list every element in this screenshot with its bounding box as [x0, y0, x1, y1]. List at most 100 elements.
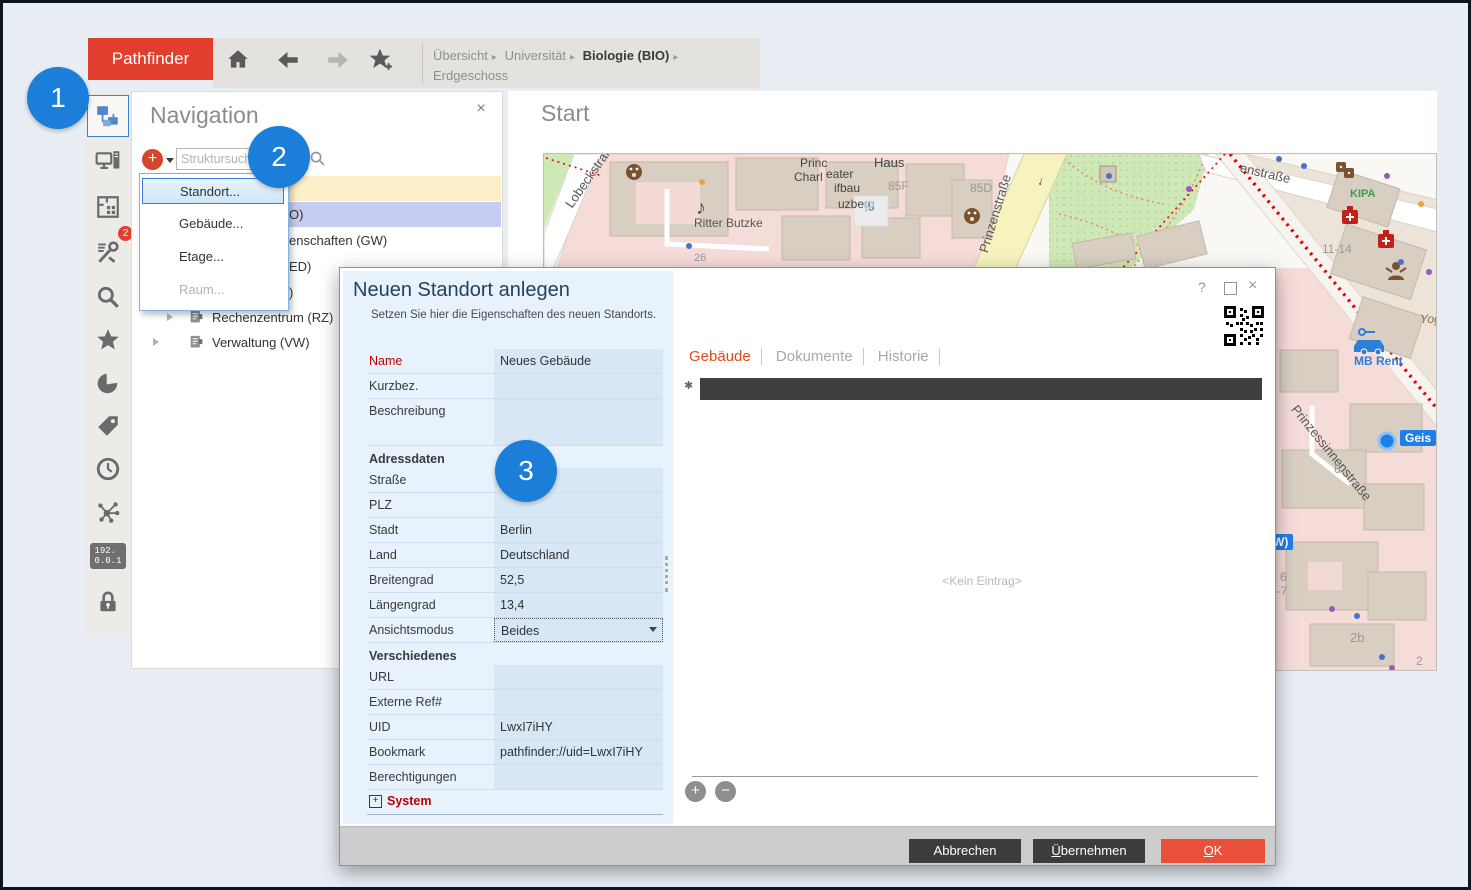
close-panel-button[interactable]: × — [472, 100, 490, 118]
menu-item-raum[interactable]: Raum... — [142, 277, 321, 303]
apply-button[interactable]: Übernehmen — [1033, 839, 1145, 863]
add-structure-button[interactable]: + — [142, 149, 163, 170]
land-field[interactable]: Deutschland — [494, 543, 663, 567]
poi-label: MB Rent — [1354, 354, 1403, 368]
sidebar-item-security[interactable] — [87, 581, 129, 623]
map-label: ifbau — [834, 181, 860, 195]
sidebar-item-reports[interactable] — [87, 362, 129, 404]
add-favorite-icon[interactable] — [368, 47, 394, 73]
app-logo: Pathfinder — [88, 38, 213, 80]
kurzbez-field[interactable] — [494, 374, 663, 398]
form-row-name: NameNeues Gebäude — [367, 349, 663, 374]
pie-chart-icon — [95, 370, 121, 396]
breadcrumb-item[interactable]: Übersicht — [433, 48, 488, 63]
maximize-button[interactable] — [1224, 282, 1237, 295]
location-marker-icon — [1379, 433, 1395, 449]
laengengrad-field[interactable]: 13,4 — [494, 593, 663, 617]
bookmark-field[interactable]: pathfinder://uid=LwxI7iHY — [494, 740, 663, 764]
poi-label: Yog — [1420, 312, 1437, 326]
building-entry-input[interactable] — [700, 378, 1262, 400]
annotation-step-1: 1 — [27, 67, 89, 129]
help-button[interactable]: ? — [1198, 279, 1206, 295]
sidebar-item-floorplan[interactable] — [87, 186, 129, 228]
form-row-berechtigungen: Berechtigungen — [367, 765, 663, 790]
url-field[interactable] — [494, 665, 663, 689]
breadcrumb-item[interactable]: Universität — [505, 48, 566, 63]
beschreibung-field[interactable] — [494, 399, 663, 445]
breadcrumb-separator-icon: ▸ — [669, 52, 682, 63]
externe-ref-field[interactable] — [494, 690, 663, 714]
property-form: NameNeues Gebäude Kurzbez. Beschreibung … — [367, 349, 663, 815]
map-label: Haus — [874, 155, 904, 170]
chevron-down-icon[interactable] — [166, 158, 174, 163]
uid-field[interactable]: LwxI7iHY — [494, 715, 663, 739]
breadcrumb-line2[interactable]: Erdgeschoss — [433, 68, 508, 83]
star-icon — [95, 327, 121, 353]
form-row-bookmark: Bookmarkpathfinder://uid=LwxI7iHY — [367, 740, 663, 765]
cancel-button[interactable]: Abbrechen — [909, 839, 1021, 863]
housenumber-label: 85F — [888, 179, 909, 193]
stadt-field[interactable]: Berlin — [494, 518, 663, 542]
form-row-beschreibung: Beschreibung — [367, 399, 663, 446]
dialog-title: Neuen Standort anlegen — [353, 279, 570, 302]
expand-plus-icon[interactable]: + — [369, 795, 382, 808]
menu-item-etage[interactable]: Etage... — [142, 244, 321, 270]
toolbar-divider — [422, 43, 423, 83]
sidebar-item-topology[interactable] — [87, 491, 129, 533]
sidebar-item-ip-addresses[interactable]: 192.0.0.1 — [87, 535, 129, 577]
ansichtsmodus-select[interactable]: Beides — [494, 618, 663, 642]
annotation-step-3: 3 — [495, 440, 557, 502]
ok-button[interactable]: OK — [1161, 839, 1265, 863]
breadcrumb[interactable]: Übersicht▸ Universität▸ Biologie (BIO)▸ … — [433, 47, 753, 85]
search-icon[interactable] — [309, 150, 326, 167]
add-entry-button[interactable]: + — [685, 781, 706, 802]
tab-historie[interactable]: Historie — [868, 348, 940, 365]
berechtigungen-field[interactable] — [494, 765, 663, 789]
sidebar-item-tasks[interactable]: 2 — [87, 231, 129, 273]
close-dialog-button[interactable]: × — [1248, 277, 1257, 295]
back-icon[interactable] — [275, 47, 301, 73]
expand-arrow-icon[interactable] — [153, 338, 159, 346]
tools-icon — [95, 239, 121, 265]
breadcrumb-item-current[interactable]: Biologie (BIO) — [583, 48, 670, 63]
section-system[interactable]: +System — [367, 790, 663, 815]
sidebar-item-tags[interactable] — [87, 405, 129, 447]
forward-icon[interactable] — [325, 47, 351, 73]
empty-list-placeholder: <Kein Eintrag> — [702, 574, 1262, 588]
menu-item-gebaeude[interactable]: Gebäude... — [142, 211, 321, 237]
housenumber-label: 11-14 — [1322, 242, 1352, 256]
floorplan-icon — [95, 194, 121, 220]
sidebar-item-history[interactable] — [87, 448, 129, 490]
housenumber-label: 2 — [1416, 654, 1423, 668]
panel-title: Navigation — [150, 102, 259, 129]
parking-icon: P — [864, 199, 875, 217]
sidebar-item-search[interactable] — [87, 276, 129, 318]
form-row-breitengrad: Breitengrad52,5 — [367, 568, 663, 593]
building-badge[interactable]: Geis — [1400, 430, 1436, 446]
search-icon — [95, 284, 121, 310]
section-verschiedenes: Verschiedenes — [367, 643, 663, 665]
form-row-externe-ref: Externe Ref# — [367, 690, 663, 715]
scrollbar[interactable] — [665, 556, 671, 592]
remove-entry-button[interactable]: − — [715, 781, 736, 802]
breitengrad-field[interactable]: 52,5 — [494, 568, 663, 592]
tab-dokumente[interactable]: Dokumente — [766, 348, 864, 365]
sidebar-item-favorites[interactable] — [87, 319, 129, 361]
form-row-uid: UIDLwxI7iHY — [367, 715, 663, 740]
tab-gebaeude[interactable]: Gebäude — [689, 348, 762, 365]
expand-arrow-icon[interactable] — [167, 313, 173, 321]
lock-icon — [95, 589, 121, 615]
chevron-down-icon[interactable] — [649, 627, 657, 632]
home-icon[interactable] — [225, 47, 251, 73]
form-row-land: LandDeutschland — [367, 543, 663, 568]
form-row-ansichtsmodus: AnsichtsmodusBeides — [367, 618, 663, 643]
poi-label: KIPA — [1350, 188, 1375, 200]
sidebar-item-navigation[interactable] — [87, 95, 129, 137]
main-toolbar: Übersicht▸ Universität▸ Biologie (BIO)▸ … — [213, 38, 760, 88]
dialog-subtitle: Setzen Sie hier die Eigenschaften des ne… — [371, 309, 656, 321]
name-field[interactable]: Neues Gebäude — [494, 349, 663, 373]
page-title: Start — [541, 100, 590, 127]
sidebar-item-workstation[interactable] — [87, 141, 129, 183]
ip-address-icon: 192.0.0.1 — [90, 543, 125, 569]
list-divider — [692, 776, 1258, 777]
